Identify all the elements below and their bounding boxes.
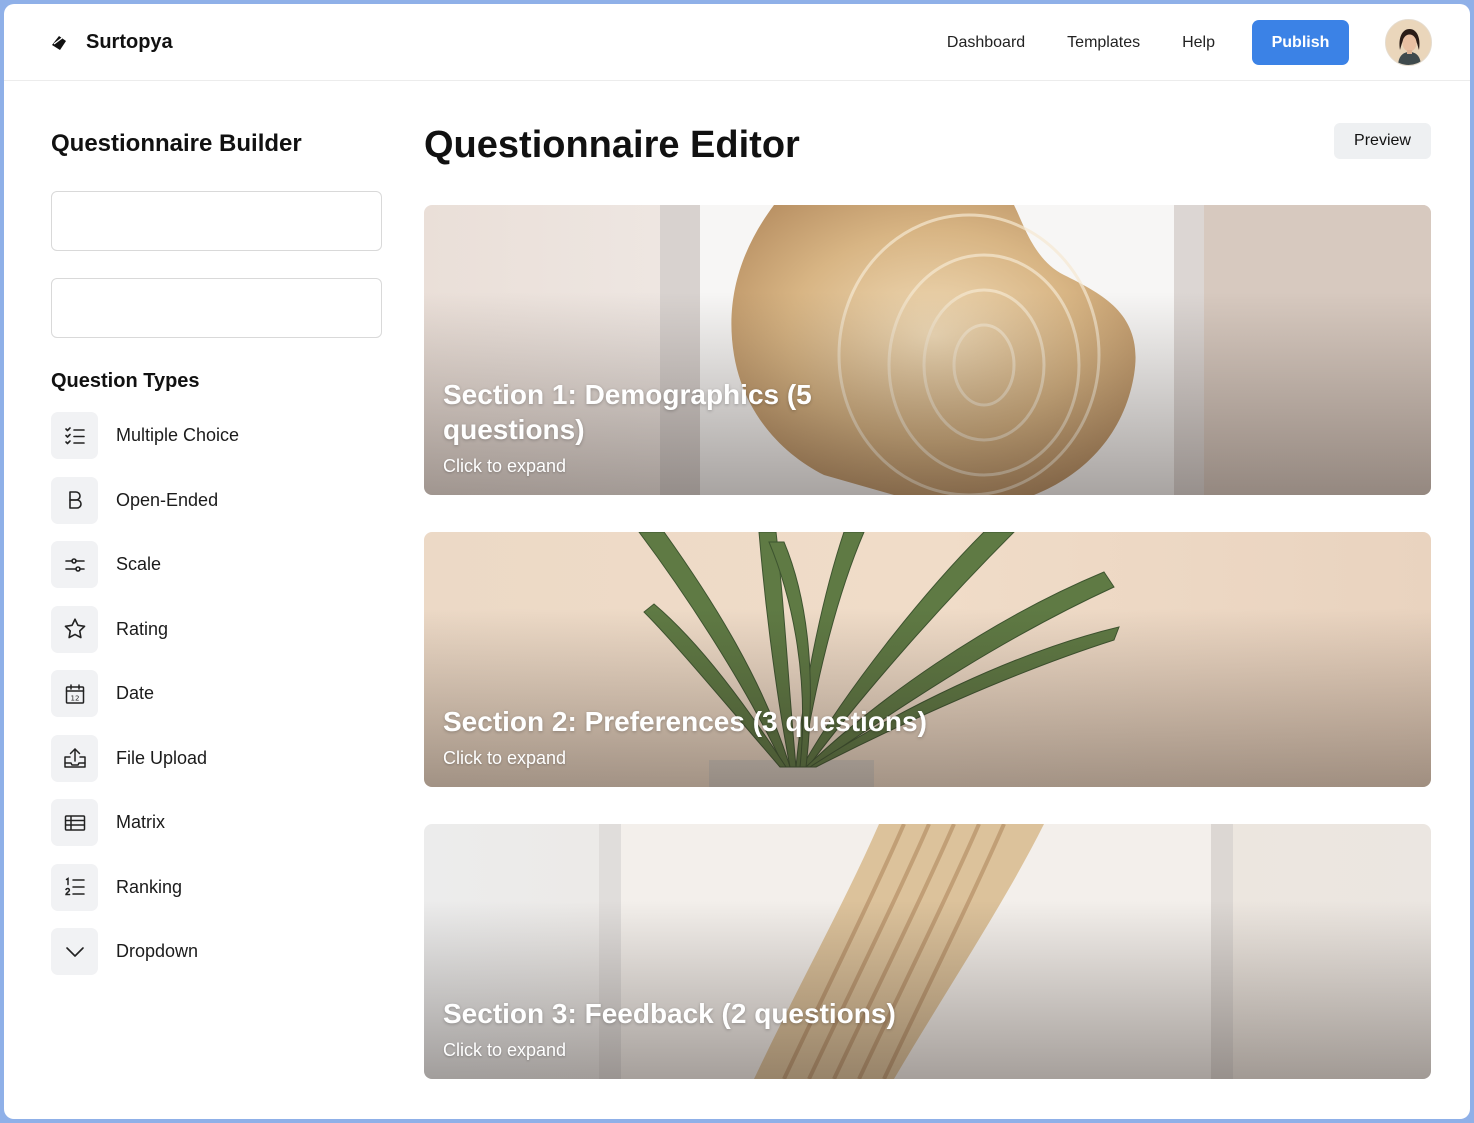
question-type-file-upload[interactable]: File Upload: [51, 734, 239, 782]
svg-text:12: 12: [70, 694, 79, 702]
question-type-label: Multiple Choice: [116, 425, 240, 445]
question-type-list: Multiple Choice Open-Ended Scale Rating …: [51, 412, 239, 993]
star-icon: [51, 605, 98, 653]
question-type-open-ended[interactable]: Open-Ended: [51, 476, 239, 524]
question-type-label: Scale: [116, 554, 162, 574]
section-expand-hint: Click to expand: [443, 748, 567, 768]
section-caption: Section 2: Preferences (3 questions) Cli…: [443, 704, 927, 769]
nav-link-help[interactable]: Help: [1182, 34, 1215, 52]
section-card-preferences[interactable]: Section 2: Preferences (3 questions) Cli…: [424, 532, 1431, 787]
question-type-label: File Upload: [116, 747, 208, 768]
questionnaire-description-input[interactable]: [51, 278, 382, 338]
question-type-label: Date: [116, 683, 155, 703]
question-type-label: Dropdown: [116, 941, 199, 961]
question-type-ranking[interactable]: Ranking: [51, 863, 239, 911]
section-title: Section 1: Demographics (5 questions): [443, 379, 812, 445]
section-title: Section 3: Feedback (2 questions): [443, 998, 896, 1029]
upload-icon: [51, 734, 98, 782]
sidebar-title: Questionnaire Builder: [51, 130, 302, 157]
section-caption: Section 1: Demographics (5 questions) Cl…: [443, 377, 853, 477]
question-type-label: Rating: [116, 618, 169, 639]
nav-link-dashboard[interactable]: Dashboard: [947, 34, 1025, 52]
question-type-label: Open-Ended: [116, 489, 219, 510]
sliders-icon: [51, 541, 98, 588]
question-type-label: Ranking: [116, 876, 183, 897]
question-type-matrix[interactable]: Matrix: [51, 799, 239, 846]
app-name: Surtopya: [86, 31, 173, 53]
logo-icon: [50, 34, 68, 52]
calendar-icon: 12: [51, 670, 98, 717]
table-icon: [51, 799, 98, 846]
brand[interactable]: Surtopya: [50, 4, 173, 81]
app-window: Surtopya Dashboard Templates Help Publis…: [4, 4, 1470, 1119]
nav-link-templates[interactable]: Templates: [1067, 34, 1140, 52]
section-title: Section 2: Preferences (3 questions): [443, 706, 927, 737]
page-title: Questionnaire Editor: [424, 124, 800, 166]
top-navbar: Surtopya Dashboard Templates Help Publis…: [4, 4, 1470, 81]
question-type-multiple-choice[interactable]: Multiple Choice: [51, 412, 239, 459]
section-card-demographics[interactable]: Section 1: Demographics (5 questions) Cl…: [424, 205, 1431, 495]
list-checks-icon: [51, 412, 98, 459]
question-type-date[interactable]: 12 Date: [51, 670, 239, 717]
avatar[interactable]: [1385, 19, 1432, 66]
bold-b-icon: [51, 476, 98, 524]
nav-menu: Dashboard Templates Help Publish: [947, 4, 1432, 81]
section-expand-hint: Click to expand: [443, 1040, 567, 1060]
section-expand-hint: Click to expand: [443, 456, 567, 476]
question-types-heading: Question Types: [51, 370, 200, 392]
question-type-label: Matrix: [116, 812, 165, 832]
questionnaire-title-input[interactable]: [51, 191, 382, 251]
question-type-rating[interactable]: Rating: [51, 605, 239, 653]
preview-button[interactable]: Preview: [1334, 123, 1431, 159]
chevron-down-icon: [51, 928, 98, 975]
ordered-list-icon: [51, 863, 98, 911]
question-type-dropdown[interactable]: Dropdown: [51, 928, 239, 975]
section-card-feedback[interactable]: Section 3: Feedback (2 questions) Click …: [424, 824, 1431, 1079]
section-caption: Section 3: Feedback (2 questions) Click …: [443, 996, 896, 1061]
question-type-scale[interactable]: Scale: [51, 541, 239, 588]
publish-button[interactable]: Publish: [1252, 20, 1349, 65]
